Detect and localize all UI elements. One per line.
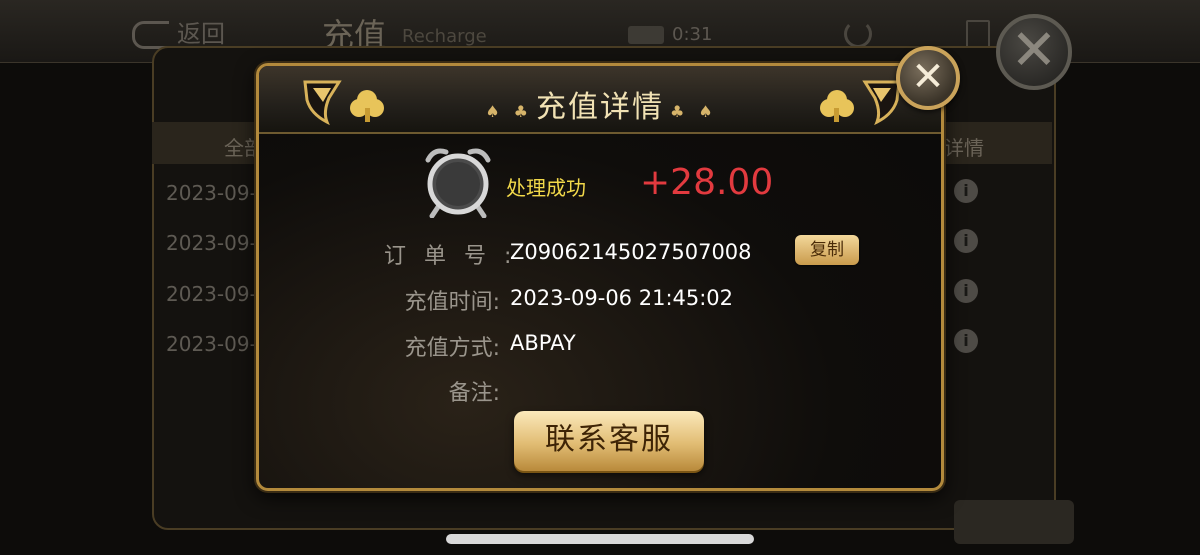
timer: 0:31 — [628, 24, 712, 45]
table-row[interactable]: 2023-09- — [166, 282, 257, 306]
home-indicator[interactable] — [446, 534, 754, 544]
info-icon[interactable]: i — [954, 229, 978, 253]
note-label: 备注: — [448, 381, 500, 406]
recharge-time-value: 2023-09-06 21:45:02 — [510, 286, 734, 310]
recharge-time-label: 充值时间: — [404, 290, 500, 315]
spade-icon: ♠ — [485, 102, 502, 121]
info-icon[interactable]: i — [954, 179, 978, 203]
timer-value: 0:31 — [672, 24, 713, 45]
order-number-label: 订单号: — [384, 244, 530, 269]
recharge-method-label: 充值方式: — [404, 336, 500, 361]
amount-value: +28.00 — [640, 162, 774, 203]
refresh-icon[interactable] — [844, 20, 872, 48]
background-button — [954, 500, 1074, 544]
table-row[interactable]: 2023-09- — [166, 332, 257, 356]
background-close-icon: ✕ — [996, 14, 1072, 90]
timer-icon — [628, 26, 664, 44]
contact-support-button[interactable]: 联系客服 — [514, 411, 704, 471]
info-icon[interactable]: i — [954, 279, 978, 303]
club-icon: ♣ — [670, 102, 687, 121]
status-label: 处理成功 — [506, 176, 586, 200]
back-button[interactable]: 返回 — [132, 14, 225, 49]
spade-ornament-icon — [820, 80, 901, 126]
club-icon: ♣ — [513, 102, 530, 121]
info-icon[interactable]: i — [954, 329, 978, 353]
spade-icon: ♠ — [698, 102, 715, 121]
document-icon[interactable] — [966, 20, 990, 48]
recharge-method-value: ABPAY — [510, 331, 576, 355]
copy-button[interactable]: 复制 — [795, 235, 859, 265]
nav-title-en: Recharge — [402, 26, 487, 47]
alarm-clock-icon — [425, 148, 491, 218]
table-row[interactable]: 2023-09- — [166, 181, 257, 205]
dialog-header: ♠ ♣ 充值详情 ♣ ♠ — [259, 66, 941, 134]
order-number-value: Z09062145027507008 — [510, 240, 752, 264]
close-icon[interactable]: ✕ — [896, 46, 960, 110]
table-row[interactable]: 2023-09- — [166, 231, 257, 255]
back-arrow-icon — [132, 21, 169, 49]
back-label: 返回 — [177, 20, 225, 48]
header-details: 详情 — [944, 136, 984, 160]
dialog-title-text: 充值详情 — [536, 90, 664, 125]
